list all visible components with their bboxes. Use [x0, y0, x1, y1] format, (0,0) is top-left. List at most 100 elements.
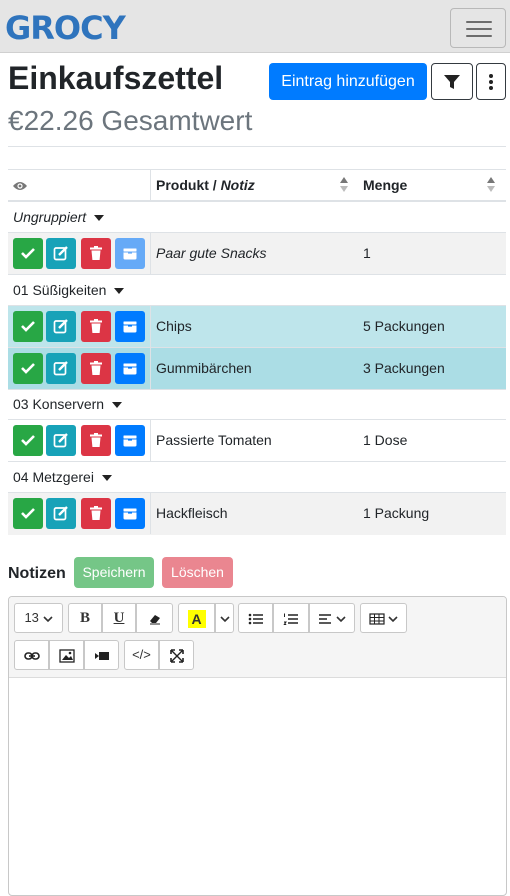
paragraph-align-dropdown[interactable] — [309, 603, 355, 633]
trash-icon — [90, 361, 102, 375]
numbered-list-icon — [283, 613, 298, 626]
unordered-list-button[interactable] — [238, 603, 273, 633]
column-separator — [150, 348, 151, 389]
group-name: 01 Süßigkeiten — [13, 282, 107, 298]
insert-image-button[interactable] — [49, 640, 84, 670]
box-icon — [122, 320, 138, 333]
box-icon — [122, 434, 138, 447]
insert-link-button[interactable] — [14, 640, 49, 670]
edit-icon — [53, 433, 68, 448]
delete-button[interactable] — [81, 425, 111, 456]
trash-icon — [90, 506, 102, 520]
edit-icon — [53, 506, 68, 521]
text-color-icon: A — [187, 609, 206, 628]
underline-button[interactable]: U — [102, 603, 136, 633]
mark-done-button[interactable] — [13, 498, 43, 529]
vertical-dots-icon — [489, 74, 493, 90]
add-entry-button[interactable]: Eintrag hinzufügen — [269, 63, 427, 100]
group-name: Ungruppiert — [13, 209, 87, 225]
clear-format-button[interactable] — [136, 603, 173, 633]
highlight-color-button[interactable]: A — [178, 603, 215, 633]
more-options-button[interactable] — [476, 63, 506, 100]
code-view-button[interactable]: </> — [124, 640, 159, 670]
mark-done-button[interactable] — [13, 311, 43, 342]
edit-button[interactable] — [46, 238, 76, 269]
image-icon — [58, 648, 75, 663]
hamburger-icon — [466, 21, 492, 23]
total-value: €22.26 Gesamtwert — [8, 105, 253, 136]
group-row[interactable]: Ungruppiert — [8, 202, 506, 233]
amount: 1 Dose — [363, 432, 408, 448]
eye-icon[interactable] — [12, 180, 28, 192]
filter-button[interactable] — [431, 63, 473, 100]
caret-down-icon — [101, 475, 112, 482]
amount: 1 Packung — [363, 505, 430, 521]
check-icon — [21, 248, 35, 259]
add-to-stock-button[interactable] — [115, 353, 145, 384]
bullet-list-icon — [248, 613, 263, 624]
group-row[interactable]: 03 Konservern — [8, 389, 506, 420]
insert-video-button[interactable] — [84, 640, 119, 670]
edit-icon — [53, 246, 68, 261]
sort-product-icon[interactable] — [340, 177, 348, 193]
edit-button[interactable] — [46, 425, 76, 456]
amount: 3 Packungen — [363, 360, 445, 376]
add-to-stock-button[interactable] — [115, 238, 145, 269]
grocy-logo[interactable]: GROCY — [5, 8, 126, 48]
column-separator — [150, 233, 151, 274]
mark-done-button[interactable] — [13, 425, 43, 456]
navbar: GROCY — [0, 0, 510, 53]
fullscreen-icon — [169, 648, 184, 663]
bold-button[interactable]: B — [68, 603, 102, 633]
add-to-stock-button[interactable] — [115, 425, 145, 456]
mark-done-button[interactable] — [13, 238, 43, 269]
check-icon — [21, 363, 35, 374]
table-row: Passierte Tomaten 1 Dose — [8, 420, 506, 462]
video-icon — [94, 651, 109, 660]
delete-button[interactable] — [81, 311, 111, 342]
eraser-icon — [149, 614, 160, 625]
group-row[interactable]: 01 Süßigkeiten — [8, 275, 506, 306]
delete-button[interactable] — [81, 353, 111, 384]
group-row[interactable]: 04 Metzgerei — [8, 462, 506, 493]
add-to-stock-button[interactable] — [115, 311, 145, 342]
sort-amount-icon[interactable] — [487, 177, 495, 193]
chevron-down-icon — [219, 615, 230, 622]
product-note-text: Paar gute Snacks — [156, 245, 267, 261]
menu-toggle-button[interactable] — [450, 8, 506, 48]
table-insert-dropdown[interactable] — [360, 603, 407, 633]
font-size-value: 13 — [24, 610, 39, 625]
add-to-stock-button[interactable] — [115, 498, 145, 529]
caret-down-icon — [94, 215, 105, 222]
divider — [8, 146, 506, 147]
edit-button[interactable] — [46, 498, 76, 529]
chevron-down-icon — [388, 615, 398, 622]
delete-button[interactable] — [81, 238, 111, 269]
product-name: Paar gute Snacks — [156, 233, 267, 274]
edit-icon — [53, 361, 68, 376]
delete-button[interactable] — [81, 498, 111, 529]
column-separator — [150, 420, 151, 461]
mark-done-button[interactable] — [13, 353, 43, 384]
trash-icon — [90, 246, 102, 260]
table-icon — [369, 612, 385, 625]
color-dropdown-button[interactable] — [215, 603, 234, 633]
trash-icon — [90, 433, 102, 447]
edit-button[interactable] — [46, 311, 76, 342]
edit-button[interactable] — [46, 353, 76, 384]
column-header-amount[interactable]: Menge — [363, 170, 407, 201]
font-size-dropdown[interactable]: 13 — [14, 603, 63, 633]
table-row: Chips 5 Packungen — [8, 306, 506, 348]
amount: 1 — [363, 245, 371, 261]
table-row: Gummibärchen 3 Packungen — [8, 348, 506, 390]
group-name: 03 Konservern — [13, 396, 105, 412]
editor-toolbar: 13 B U A </> — [9, 597, 506, 678]
clear-notes-button[interactable]: Löschen — [162, 557, 233, 588]
table-row: Paar gute Snacks 1 — [8, 233, 506, 275]
column-header-product[interactable]: Produkt / Notiz — [156, 170, 255, 201]
ordered-list-button[interactable] — [273, 603, 309, 633]
save-notes-button[interactable]: Speichern — [74, 557, 154, 588]
notes-editing-area[interactable] — [9, 678, 506, 895]
product-name: Gummibärchen — [156, 360, 252, 376]
fullscreen-button[interactable] — [159, 640, 194, 670]
